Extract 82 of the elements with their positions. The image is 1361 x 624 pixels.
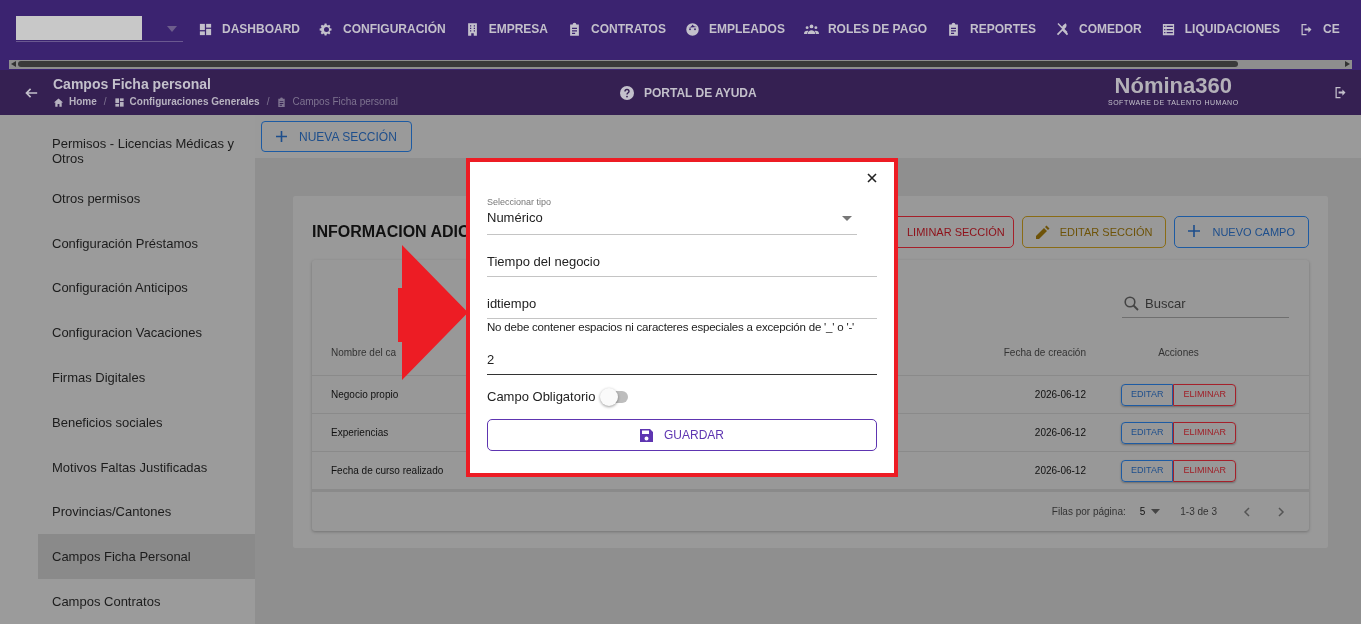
clipboard-icon [276, 96, 288, 108]
breadcrumb-separator: / [103, 95, 107, 109]
help-link[interactable]: PORTAL DE AYUDA [620, 84, 757, 102]
type-select[interactable]: Seleccionar tipo Numérico [487, 197, 857, 235]
plus-icon [1188, 225, 1203, 239]
input-field[interactable]: idtiempo [487, 289, 877, 319]
previous-page-button[interactable] [1241, 505, 1253, 518]
save-button[interactable]: GUARDAR [487, 419, 877, 451]
sidebar-item[interactable]: Permisos - Licencias Médicas y Otros [38, 132, 255, 169]
arrow-left-icon [11, 61, 16, 67]
sidebar-item[interactable]: Firmas Digitales [38, 355, 255, 400]
table-cell-text: 2026-06-12 [1034, 426, 1086, 440]
scrollbar-thumb[interactable] [18, 61, 1238, 67]
nav-link[interactable]: EMPRESA [464, 20, 548, 38]
input-field[interactable]: 2 [487, 345, 877, 375]
toggle-label: Campo Obligatorio [487, 388, 596, 407]
caret-icon [167, 26, 177, 32]
list-icon [1160, 21, 1176, 37]
search-icon [1124, 296, 1139, 311]
breadcrumb-link[interactable]: Home [69, 95, 97, 109]
utensils-icon [1055, 21, 1071, 37]
page-title: Campos Ficha personal [53, 76, 212, 93]
nav-link[interactable]: ROLES DE PAGO [803, 20, 928, 38]
sidebar-item[interactable]: Configuracion Vacaciones [38, 310, 255, 356]
table-cell-text: 2026-06-12 [1034, 464, 1086, 478]
breadcrumb-link[interactable]: Configuraciones Generales [129, 95, 260, 109]
input-field[interactable]: Tiempo del negocio [487, 247, 877, 277]
sidebar-item[interactable]: Beneficios sociales [38, 400, 255, 445]
nav-link[interactable]: LIQUIDACIONES [1160, 20, 1281, 38]
sidebar-item[interactable]: Configuración Anticipos [38, 265, 255, 311]
breadcrumb-link[interactable]: Campos Ficha personal [292, 95, 398, 109]
page-range: 1-3 de 3 [1180, 505, 1217, 519]
clipboard-icon [567, 21, 582, 37]
table-cell-text: Experiencias [331, 426, 389, 440]
nav-link[interactable]: CONTRATOS [567, 20, 666, 38]
column-header: Fecha de creación [1003, 346, 1086, 360]
rows-per-page-select[interactable]: 5 [1139, 504, 1161, 519]
sidebar-item[interactable]: Configuración Préstamos [38, 220, 255, 266]
dashboard-icon [113, 96, 125, 108]
nav-link[interactable]: EMPLEADOS [684, 20, 785, 38]
search-input[interactable]: Buscar [1145, 293, 1265, 314]
breadcrumb-separator: / [266, 95, 270, 109]
chevron-right-icon [1275, 505, 1287, 518]
search-field[interactable]: Buscar [1122, 290, 1289, 318]
face-icon [684, 21, 700, 37]
sidebar-item[interactable]: Motivos Faltas Justificadas [38, 444, 255, 490]
column-header: Nombre del ca [331, 346, 397, 360]
table-cell-text: 2026-06-12 [1034, 388, 1086, 402]
column-header: Acciones [1158, 346, 1199, 360]
settings-icon [319, 21, 334, 37]
help-icon [620, 86, 634, 100]
nav-link[interactable]: DASHBOARD [198, 20, 300, 38]
table-cell-text: Negocio propio [331, 388, 399, 402]
logout-icon [1299, 21, 1315, 37]
nav-link[interactable]: COMEDOR [1055, 20, 1142, 38]
toggle-switch[interactable] [602, 391, 629, 403]
logo-text: Nómina360 [1114, 74, 1232, 98]
home-icon [53, 96, 64, 108]
sidebar-item[interactable]: Otros permisos [38, 176, 255, 221]
close-button[interactable] [867, 172, 879, 184]
nav-link[interactable]: CONFIGURACIÓN [319, 20, 446, 38]
caret-icon [1151, 509, 1161, 514]
scrollbar[interactable] [9, 59, 1352, 69]
logout-icon[interactable] [1333, 85, 1348, 100]
rows-per-page-label: Filas por página: [1051, 505, 1126, 519]
sidebar-item[interactable]: Campos Contratos [38, 579, 255, 624]
arrow-right-icon [1345, 61, 1350, 67]
dashboard-icon [198, 21, 213, 37]
helper-text: No debe contener espacios ni caracteres especiales a excepción de '_' o '-' [487, 320, 856, 334]
sidebar-item[interactable]: Campos Ficha Personal [38, 534, 255, 580]
next-page-button[interactable] [1275, 505, 1287, 518]
plus-icon [276, 131, 287, 142]
nav-link[interactable]: REPORTES [946, 20, 1037, 38]
pencil-icon [1035, 225, 1050, 239]
nav-link[interactable]: CE [1299, 20, 1340, 38]
select-label: Seleccionar tipo [487, 197, 553, 208]
caret-icon [842, 216, 852, 221]
sidebar-item[interactable]: Provincias/Cantones [38, 489, 255, 535]
table-cell-text: Fecha de curso realizado [331, 464, 444, 478]
select-value: Numérico [487, 209, 543, 227]
chevron-left-icon [1241, 505, 1253, 518]
close-icon [867, 173, 877, 183]
